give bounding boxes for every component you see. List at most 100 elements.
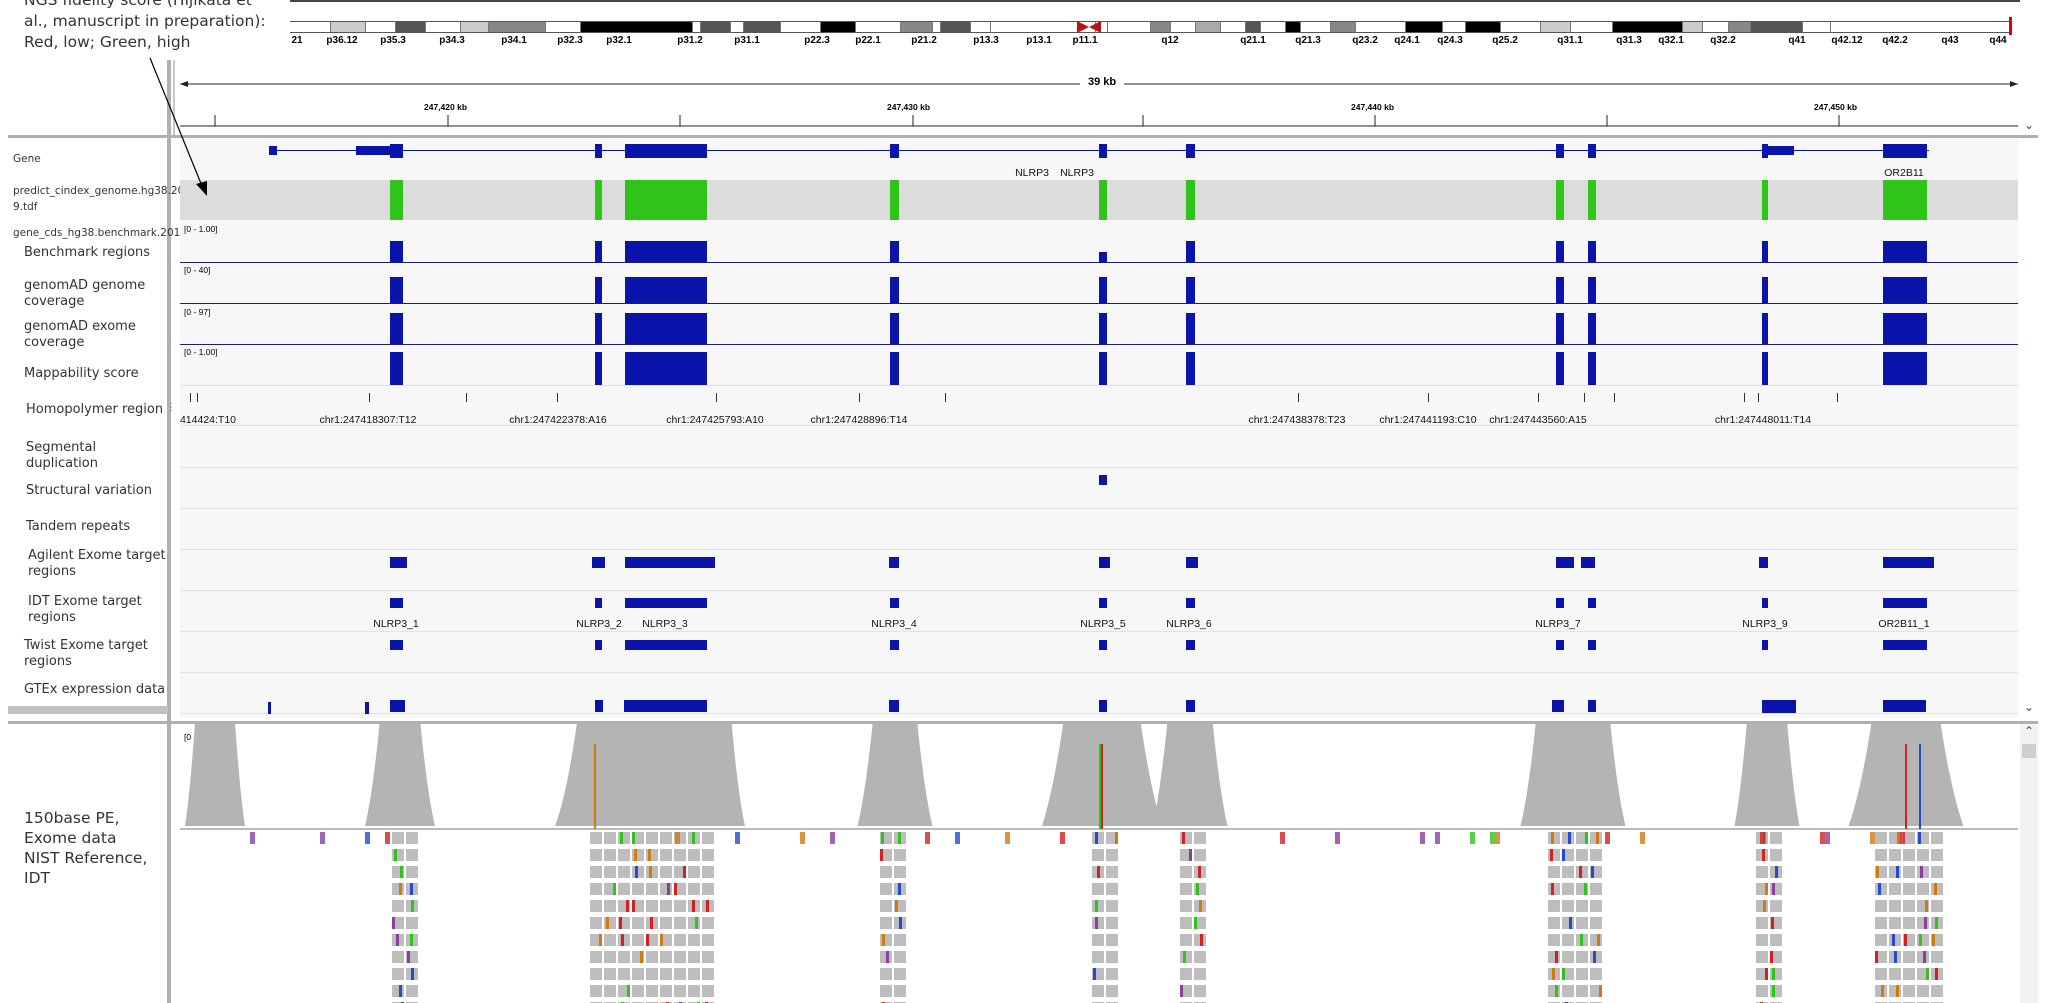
aligned-read[interactable] — [702, 832, 714, 844]
exon-label[interactable]: NLRP3_3 — [642, 618, 688, 630]
aligned-read[interactable] — [1562, 934, 1574, 946]
aligned-read[interactable] — [618, 849, 630, 861]
fidelity-block[interactable] — [390, 180, 403, 220]
gene-exon[interactable] — [1186, 144, 1195, 158]
aligned-read[interactable] — [1092, 951, 1104, 963]
aligned-read[interactable] — [1889, 917, 1901, 929]
aligned-read[interactable] — [1770, 985, 1782, 997]
track-label-sv[interactable]: Structural variation — [26, 483, 152, 498]
aligned-read[interactable] — [1562, 951, 1574, 963]
aligned-read[interactable] — [1180, 917, 1192, 929]
track-label-idt[interactable]: IDT Exome target — [28, 594, 142, 609]
aligned-read[interactable] — [1931, 832, 1943, 844]
benchmark-block[interactable] — [1762, 241, 1768, 262]
aligned-read[interactable] — [1576, 951, 1588, 963]
twist-target[interactable] — [390, 640, 403, 650]
aligned-read[interactable] — [1875, 849, 1887, 861]
aligned-read[interactable] — [674, 951, 686, 963]
aligned-read[interactable] — [1106, 900, 1118, 912]
aligned-read[interactable] — [1875, 917, 1887, 929]
gtex-bar[interactable] — [365, 702, 369, 714]
agilent-target[interactable] — [625, 557, 715, 568]
aligned-read[interactable] — [604, 900, 616, 912]
idt-target[interactable] — [1588, 598, 1596, 608]
aligned-read[interactable] — [406, 985, 418, 997]
aligned-read[interactable] — [1770, 832, 1782, 844]
aligned-read[interactable] — [632, 934, 644, 946]
genome-coverage-block[interactable] — [1883, 277, 1927, 303]
aligned-read[interactable] — [1756, 866, 1768, 878]
aligned-read[interactable] — [1092, 883, 1104, 895]
aligned-read[interactable] — [880, 866, 892, 878]
genome-coverage-block[interactable] — [1099, 277, 1107, 303]
aligned-read[interactable] — [590, 985, 602, 997]
gtex-bar[interactable] — [1099, 700, 1107, 712]
aligned-read[interactable] — [688, 866, 700, 878]
exome-coverage-block[interactable] — [1099, 313, 1107, 344]
aligned-read[interactable] — [1590, 968, 1602, 980]
homopolymer-tick[interactable] — [1614, 393, 1615, 402]
exon-label[interactable]: NLRP3_1 — [373, 618, 419, 630]
aligned-read[interactable] — [1576, 968, 1588, 980]
track-label-benchmark[interactable]: Benchmark regions — [24, 245, 150, 260]
aligned-read[interactable] — [688, 849, 700, 861]
aligned-read[interactable] — [1903, 985, 1915, 997]
twist-target[interactable] — [1883, 640, 1927, 650]
fidelity-block[interactable] — [890, 180, 899, 220]
track-label-gtex[interactable]: GTEx expression data — [24, 682, 165, 697]
aligned-read[interactable] — [1931, 866, 1943, 878]
aligned-read[interactable] — [1180, 832, 1192, 844]
exome-coverage-block[interactable] — [595, 313, 602, 344]
twist-target[interactable] — [1186, 640, 1195, 650]
exon-label[interactable]: NLRP3_5 — [1080, 618, 1126, 630]
ruler[interactable]: 39 kb 247,420 kb 247,430 kb 247,440 kb 2… — [180, 72, 2018, 128]
aligned-read[interactable] — [1770, 900, 1782, 912]
mappability-block[interactable] — [1762, 352, 1768, 385]
aligned-read[interactable] — [702, 866, 714, 878]
aligned-read[interactable] — [1194, 832, 1206, 844]
structural-variant[interactable] — [1099, 475, 1107, 485]
gene-label-nlrp3-a[interactable]: NLRP3 — [1015, 167, 1049, 179]
exon-label[interactable]: NLRP3_6 — [1166, 618, 1212, 630]
aligned-read[interactable] — [1917, 985, 1929, 997]
aligned-read[interactable] — [590, 900, 602, 912]
mappability-block[interactable] — [1186, 352, 1195, 385]
aligned-read[interactable] — [1889, 866, 1901, 878]
exome-coverage-block[interactable] — [625, 313, 707, 344]
fidelity-block[interactable] — [1186, 180, 1195, 220]
aligned-read[interactable] — [406, 917, 418, 929]
aligned-read[interactable] — [1180, 883, 1192, 895]
mappability-block[interactable] — [890, 352, 899, 385]
gene-exon[interactable] — [595, 144, 602, 158]
aligned-read[interactable] — [1590, 883, 1602, 895]
homopolymer-label[interactable]: chr1:247448011:T14 — [1715, 414, 1811, 426]
aligned-read[interactable] — [1576, 917, 1588, 929]
aligned-read[interactable] — [604, 951, 616, 963]
aligned-read[interactable] — [646, 883, 658, 895]
homopolymer-tick[interactable] — [369, 393, 370, 402]
aligned-read[interactable] — [660, 849, 672, 861]
aligned-read[interactable] — [632, 849, 644, 861]
mappability-block[interactable] — [1099, 352, 1107, 385]
twist-target[interactable] — [1099, 640, 1107, 650]
mappability-block[interactable] — [1883, 352, 1927, 385]
aligned-read[interactable] — [1590, 900, 1602, 912]
aligned-read[interactable] — [1562, 900, 1574, 912]
aligned-read[interactable] — [1106, 934, 1118, 946]
aligned-read[interactable] — [1917, 917, 1929, 929]
aligned-read[interactable] — [688, 968, 700, 980]
homopolymer-tick[interactable] — [1837, 393, 1838, 402]
aligned-read[interactable] — [590, 832, 602, 844]
aligned-read[interactable] — [702, 951, 714, 963]
aligned-read[interactable] — [1106, 883, 1118, 895]
mappability-block[interactable] — [1556, 352, 1564, 385]
homopolymer-tick[interactable] — [716, 393, 717, 402]
fidelity-block[interactable] — [1556, 180, 1564, 220]
track-label-homopolymer[interactable]: Homopolymer region — [26, 402, 163, 417]
aligned-read[interactable] — [660, 900, 672, 912]
aligned-read[interactable] — [1931, 951, 1943, 963]
aligned-read[interactable] — [1548, 917, 1560, 929]
aligned-read[interactable] — [1106, 849, 1118, 861]
idt-target[interactable] — [625, 598, 707, 608]
aligned-read[interactable] — [1917, 849, 1929, 861]
